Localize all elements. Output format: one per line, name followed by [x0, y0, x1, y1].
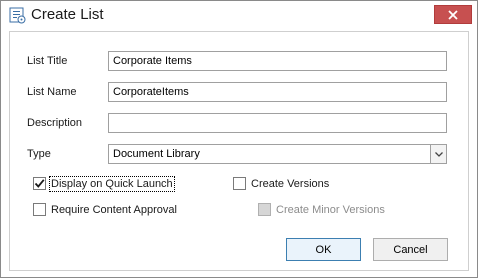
checkmark-icon [34, 179, 45, 188]
create-versions-label: Create Versions [251, 177, 330, 190]
cancel-button[interactable]: Cancel [373, 238, 448, 261]
list-title-label: List Title [27, 55, 68, 67]
checkbox-box[interactable] [33, 177, 46, 190]
dropdown-button[interactable] [430, 145, 446, 163]
list-settings-icon [9, 7, 26, 24]
type-select-value: Document Library [113, 148, 200, 160]
checkbox-box[interactable] [33, 203, 46, 216]
close-button[interactable] [434, 5, 472, 24]
chevron-down-icon [434, 151, 443, 157]
description-input[interactable] [108, 113, 447, 133]
create-minor-versions-checkbox: Create Minor Versions [258, 203, 385, 216]
require-content-approval-label: Require Content Approval [51, 203, 177, 216]
list-name-label: List Name [27, 86, 77, 98]
form-panel: List Title List Name Description Type Do… [9, 31, 469, 271]
type-select[interactable]: Document Library [108, 144, 447, 164]
checkbox-box [258, 203, 271, 216]
display-quick-launch-label: Display on Quick Launch [49, 175, 175, 192]
type-label: Type [27, 148, 51, 160]
checkbox-box[interactable] [233, 177, 246, 190]
ok-button[interactable]: OK [286, 238, 361, 261]
title-bar: Create List [1, 1, 477, 31]
close-icon [448, 9, 458, 20]
require-content-approval-checkbox[interactable]: Require Content Approval [33, 203, 177, 216]
list-title-input[interactable] [108, 51, 447, 71]
display-quick-launch-checkbox[interactable]: Display on Quick Launch [33, 175, 175, 192]
window-title: Create List [31, 6, 104, 23]
create-minor-versions-label: Create Minor Versions [276, 203, 385, 216]
create-list-dialog: Create List List Title List Name Descrip… [0, 0, 478, 278]
create-versions-checkbox[interactable]: Create Versions [233, 177, 329, 190]
description-label: Description [27, 117, 83, 129]
list-name-input[interactable] [108, 82, 447, 102]
